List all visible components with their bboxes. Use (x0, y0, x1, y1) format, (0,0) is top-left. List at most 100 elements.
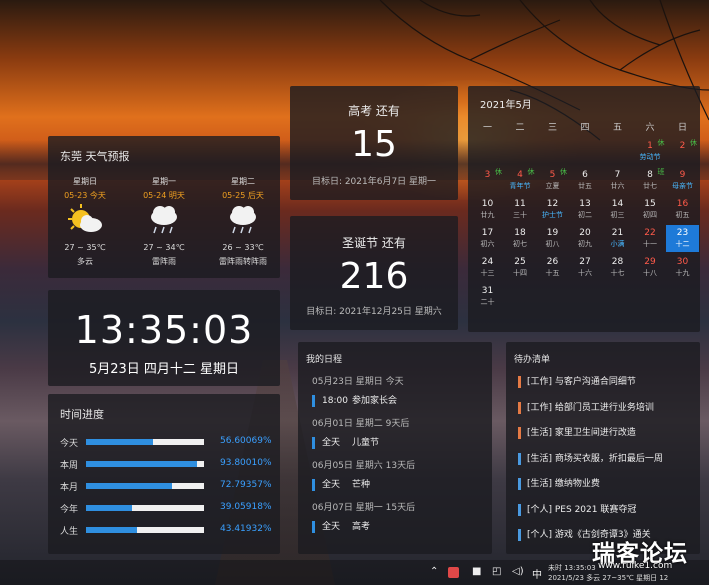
weather-day-tomorrow: 星期一 05-24 明天 27 ~ 34℃ 雷阵雨 (134, 176, 194, 267)
taskbar-clock-line2[interactable]: 2021/5/23 多云 27~35℃ 星期日 12 (548, 573, 668, 583)
calendar-day-number: 10 (481, 199, 494, 209)
schedule-item[interactable]: 全天 高考 (312, 521, 370, 533)
calendar-day[interactable]: 20 初九 (569, 225, 602, 252)
calendar-day[interactable]: 21 小满 (601, 225, 634, 252)
calendar-panel: 2021年5月 一二三四五六日 1 劳动节休 2 休 3 休 4 青年节休 5 立夏休 6 廿五 7 廿六… (468, 86, 700, 332)
calendar-weekday: 二 (515, 123, 525, 133)
calendar-day-lunar: 十四 (513, 269, 527, 277)
schedule-item[interactable]: 18:00 参加家长会 (312, 395, 397, 407)
calendar-day[interactable]: 18 初七 (504, 225, 537, 252)
calendar-day[interactable]: 3休 (471, 167, 504, 194)
progress-panel: 时间进度 今天 56.60069% 本周 93.80010% 本月 72.79357% 今年… (48, 394, 280, 554)
calendar-day[interactable]: 12 护士节 (536, 196, 569, 223)
calendar-day[interactable]: 9 母亲节 (666, 167, 699, 194)
calendar-day-lunar: 三十 (513, 211, 527, 219)
watermark-url: www.ruike1.com (598, 561, 673, 571)
security-icon[interactable]: ■ (472, 566, 481, 577)
calendar-day[interactable]: 8 廿七班 (634, 167, 667, 194)
volume-icon[interactable]: ◁) (512, 566, 524, 577)
todo-item[interactable]: [个人] PES 2021 联赛夺冠 (518, 503, 636, 516)
calendar-day[interactable]: 19 初八 (536, 225, 569, 252)
todo-item[interactable]: [生活] 缴纳物业费 (518, 478, 600, 490)
clock-date: 5月23日 四月十二 星期日 (88, 362, 240, 377)
progress-value: 56.60069% (220, 436, 272, 446)
schedule-item[interactable]: 全天 儿童节 (312, 437, 379, 449)
calendar-day-lunar: 十九 (675, 269, 690, 277)
calendar-day-number: 9 (679, 170, 686, 180)
progress-row: 今天 56.60069% (60, 436, 272, 449)
calendar-day[interactable]: 28 十七 (601, 254, 634, 281)
progress-fill (86, 527, 138, 533)
calendar-day-number: 15 (644, 199, 656, 209)
calendar-day[interactable]: 5 立夏休 (536, 167, 569, 194)
calendar-day-number: 31 (481, 286, 494, 296)
calendar-day[interactable]: 15 初四 (634, 196, 667, 223)
progress-bar (86, 461, 204, 467)
calendar-day[interactable]: 11 三十 (504, 196, 537, 223)
calendar-day[interactable]: 25 十四 (504, 254, 537, 281)
schedule-date: 06月07日 星期一 15天后 (312, 503, 416, 513)
network-icon[interactable]: ◰ (492, 566, 501, 577)
calendar-day-lunar: 母亲节 (672, 182, 693, 190)
weather-day-after: 星期二 05-25 后天 26 ~ 33℃ 雷阵雨转阵雨 (213, 176, 273, 267)
countdown-days: 15 (351, 124, 397, 165)
calendar-day[interactable]: 29 十八 (634, 254, 667, 281)
clock-panel: 13:35:03 5月23日 四月十二 星期日 (48, 290, 280, 386)
todo-item[interactable]: [生活] 商场买衣服，折扣最后一周 (518, 452, 663, 465)
calendar-day[interactable]: 7 廿六 (601, 167, 634, 194)
chevron-up-icon[interactable]: ⌃ (430, 566, 438, 577)
calendar-day[interactable]: 14 初三 (601, 196, 634, 223)
taskbar-clock-line1[interactable]: 未时 13:35:03 (548, 563, 596, 573)
calendar-day[interactable]: 1 劳动节休 (634, 138, 667, 165)
calendar-day[interactable]: 2休 (666, 138, 699, 165)
ime-indicator[interactable]: 中 (532, 566, 542, 581)
calendar-day[interactable]: 27 十六 (569, 254, 602, 281)
countdown-target: 目标日: 2021年12月25日 星期六 (306, 307, 442, 317)
weather-day-temp: 27 ~ 34℃ (143, 243, 185, 252)
calendar-day[interactable]: 26 十五 (536, 254, 569, 281)
progress-bar (86, 527, 204, 533)
calendar-day[interactable]: 17 初六 (471, 225, 504, 252)
schedule-item-time: 全天 (322, 480, 341, 490)
calendar-day[interactable]: 6 廿五 (569, 167, 602, 194)
schedule-item[interactable]: 全天 芒种 (312, 479, 370, 491)
weather-day-name: 星期日 (73, 177, 97, 186)
calendar-day-number: 26 (546, 257, 559, 267)
holiday-badge: 班 (657, 168, 665, 176)
todo-title: 待办清单 (514, 355, 551, 365)
todo-item[interactable]: [工作] 与客户沟通合同细节 (518, 376, 636, 388)
calendar-day-lunar: 二十 (480, 298, 495, 306)
calendar-day-lunar: 劳动节 (639, 153, 661, 161)
calendar-day-lunar: 立夏 (545, 182, 560, 190)
progress-value: 43.41932% (220, 524, 272, 534)
weather-day-desc: 雷阵雨转阵雨 (219, 257, 267, 266)
calendar-day[interactable]: 16 初五 (666, 196, 699, 223)
progress-bar (86, 439, 204, 445)
calendar-day-number: 21 (611, 228, 624, 238)
calendar-day-number: 7 (614, 170, 621, 180)
calendar-day[interactable]: 24 十三 (471, 254, 504, 281)
progress-fill (86, 483, 172, 489)
weather-day-date: 05-24 明天 (143, 191, 185, 200)
calendar-day[interactable]: 22 十一 (634, 225, 667, 252)
calendar-day[interactable]: 31 二十 (471, 283, 504, 310)
calendar-day-today[interactable]: 23 十二 (666, 225, 699, 252)
progress-fill (86, 439, 153, 445)
calendar-day-lunar: 初二 (578, 211, 592, 219)
progress-value: 39.05918% (220, 502, 272, 512)
calendar-day-lunar: 初六 (480, 240, 495, 248)
calendar-day[interactable]: 13 初二 (569, 196, 602, 223)
holiday-badge: 休 (495, 168, 502, 176)
schedule-date: 06月01日 星期二 9天后 (312, 419, 410, 429)
countdown-christmas-panel: 圣诞节 还有 216 目标日: 2021年12月25日 星期六 (290, 216, 458, 330)
calendar-day-number: 17 (481, 228, 494, 238)
calendar-day[interactable]: 10 廿九 (471, 196, 504, 223)
calendar-day-number: 6 (582, 170, 588, 180)
calendar-day[interactable]: 30 十九 (666, 254, 699, 281)
todo-item[interactable]: [生活] 家里卫生间进行改造 (518, 427, 636, 439)
todo-item[interactable]: [工作] 给部门员工进行业务培训 (518, 401, 654, 414)
calendar-day[interactable]: 4 青年节休 (504, 167, 537, 194)
app-tray-icon[interactable] (448, 567, 459, 578)
countdown-target: 目标日: 2021年6月7日 星期一 (311, 177, 437, 187)
calendar-day-lunar: 青年节 (509, 182, 531, 190)
